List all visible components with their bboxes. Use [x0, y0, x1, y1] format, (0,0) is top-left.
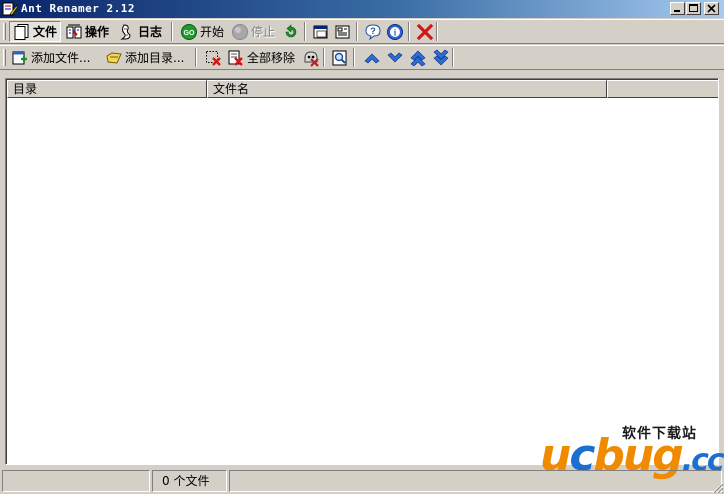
tab-log[interactable]: 日志	[115, 21, 165, 42]
toolbar-separator	[171, 22, 173, 41]
column-header-filler	[607, 80, 718, 98]
tab-files[interactable]: 文件	[9, 21, 62, 42]
toolbar-separator	[408, 22, 410, 41]
close-icon	[707, 4, 716, 13]
close-button[interactable]	[704, 2, 719, 15]
move-bottom-icon	[433, 49, 449, 65]
stop-label: 停止	[251, 25, 276, 39]
toolbar-separator	[304, 22, 306, 41]
toolbar-separator	[353, 48, 355, 67]
help-button[interactable]: ?	[361, 21, 385, 42]
stop-button[interactable]: 停止	[228, 21, 278, 42]
toolbar-separator	[436, 22, 438, 41]
file-list-body[interactable]: 目录 文件名	[6, 79, 718, 464]
status-panel-left	[2, 470, 150, 492]
size-grip-icon[interactable]	[711, 481, 724, 494]
remove-dead-icon	[304, 50, 319, 67]
remove-selected-icon	[206, 50, 221, 66]
add-folders-button[interactable]: 添加目录...	[102, 47, 187, 68]
log-icon	[120, 23, 131, 39]
remove-all-button[interactable]: 全部移除	[224, 47, 298, 68]
tab-actions-label: 操作	[85, 25, 110, 39]
move-down-button[interactable]	[383, 47, 407, 68]
column-header-directory[interactable]: 目录	[7, 80, 207, 98]
remove-all-label: 全部移除	[247, 51, 296, 65]
window-title: Ant Renamer 2.12	[21, 2, 135, 15]
status-file-count: 0 个文件	[152, 470, 227, 492]
exit-icon	[416, 23, 434, 40]
help-icon: ?	[365, 23, 381, 40]
status-bar: 0 个文件	[0, 468, 724, 494]
maximize-icon	[689, 4, 698, 12]
window-icon	[313, 25, 328, 38]
app-icon	[2, 1, 18, 17]
minimize-button[interactable]	[670, 2, 685, 15]
column-header-filename[interactable]: 文件名	[207, 80, 607, 98]
minimize-icon	[674, 10, 680, 12]
toolbar-grip[interactable]	[3, 23, 6, 40]
move-top-icon	[410, 50, 426, 66]
add-folders-label: 添加目录...	[125, 51, 185, 65]
preview-button[interactable]	[328, 47, 352, 68]
maximize-button[interactable]	[686, 2, 701, 15]
file-toolbar: 添加文件... 添加目录... 全部移除	[0, 45, 724, 70]
start-button[interactable]: GO 开始	[177, 21, 227, 42]
toolbar-separator	[356, 22, 358, 41]
toolbar-separator	[452, 48, 454, 67]
start-label: 开始	[200, 25, 225, 39]
toolbar-separator	[323, 48, 325, 67]
preview-icon	[332, 50, 347, 65]
remove-all-icon	[228, 50, 243, 66]
undo-icon	[285, 23, 297, 37]
remove-selected-button[interactable]	[201, 47, 225, 68]
options-button[interactable]	[331, 21, 355, 42]
move-top-button[interactable]	[406, 47, 430, 68]
go-icon: GO	[181, 23, 197, 40]
move-up-icon	[364, 53, 380, 63]
add-folders-icon	[106, 51, 122, 64]
actions-icon	[66, 24, 82, 38]
window-button[interactable]	[309, 21, 333, 42]
toolbar-grip[interactable]	[3, 49, 6, 66]
undo-button[interactable]	[279, 21, 303, 42]
remove-dead-button[interactable]	[299, 47, 323, 68]
tab-files-label: 文件	[33, 25, 58, 39]
file-list[interactable]: 目录 文件名	[5, 78, 719, 465]
options-icon	[335, 25, 350, 38]
title-bar[interactable]: Ant Renamer 2.12	[0, 0, 724, 18]
files-icon	[14, 23, 29, 40]
exit-button[interactable]	[413, 21, 437, 42]
svg-text:GO: GO	[184, 30, 195, 37]
move-down-icon	[387, 52, 403, 62]
add-files-label: 添加文件...	[31, 51, 91, 65]
tab-log-label: 日志	[138, 25, 163, 39]
main-toolbar: 文件 操作 日志 GO 开始 停止 ? i	[0, 19, 724, 44]
tab-actions[interactable]: 操作	[62, 21, 112, 42]
toolbar-separator	[195, 48, 197, 67]
about-icon: i	[387, 23, 403, 40]
add-files-button[interactable]: 添加文件...	[8, 47, 93, 68]
add-files-icon	[12, 51, 27, 64]
move-up-button[interactable]	[360, 47, 384, 68]
svg-text:?: ?	[370, 26, 376, 36]
about-button[interactable]: i	[383, 21, 407, 42]
stop-icon	[232, 23, 248, 40]
move-bottom-button[interactable]	[429, 47, 453, 68]
status-panel-right	[229, 470, 722, 492]
